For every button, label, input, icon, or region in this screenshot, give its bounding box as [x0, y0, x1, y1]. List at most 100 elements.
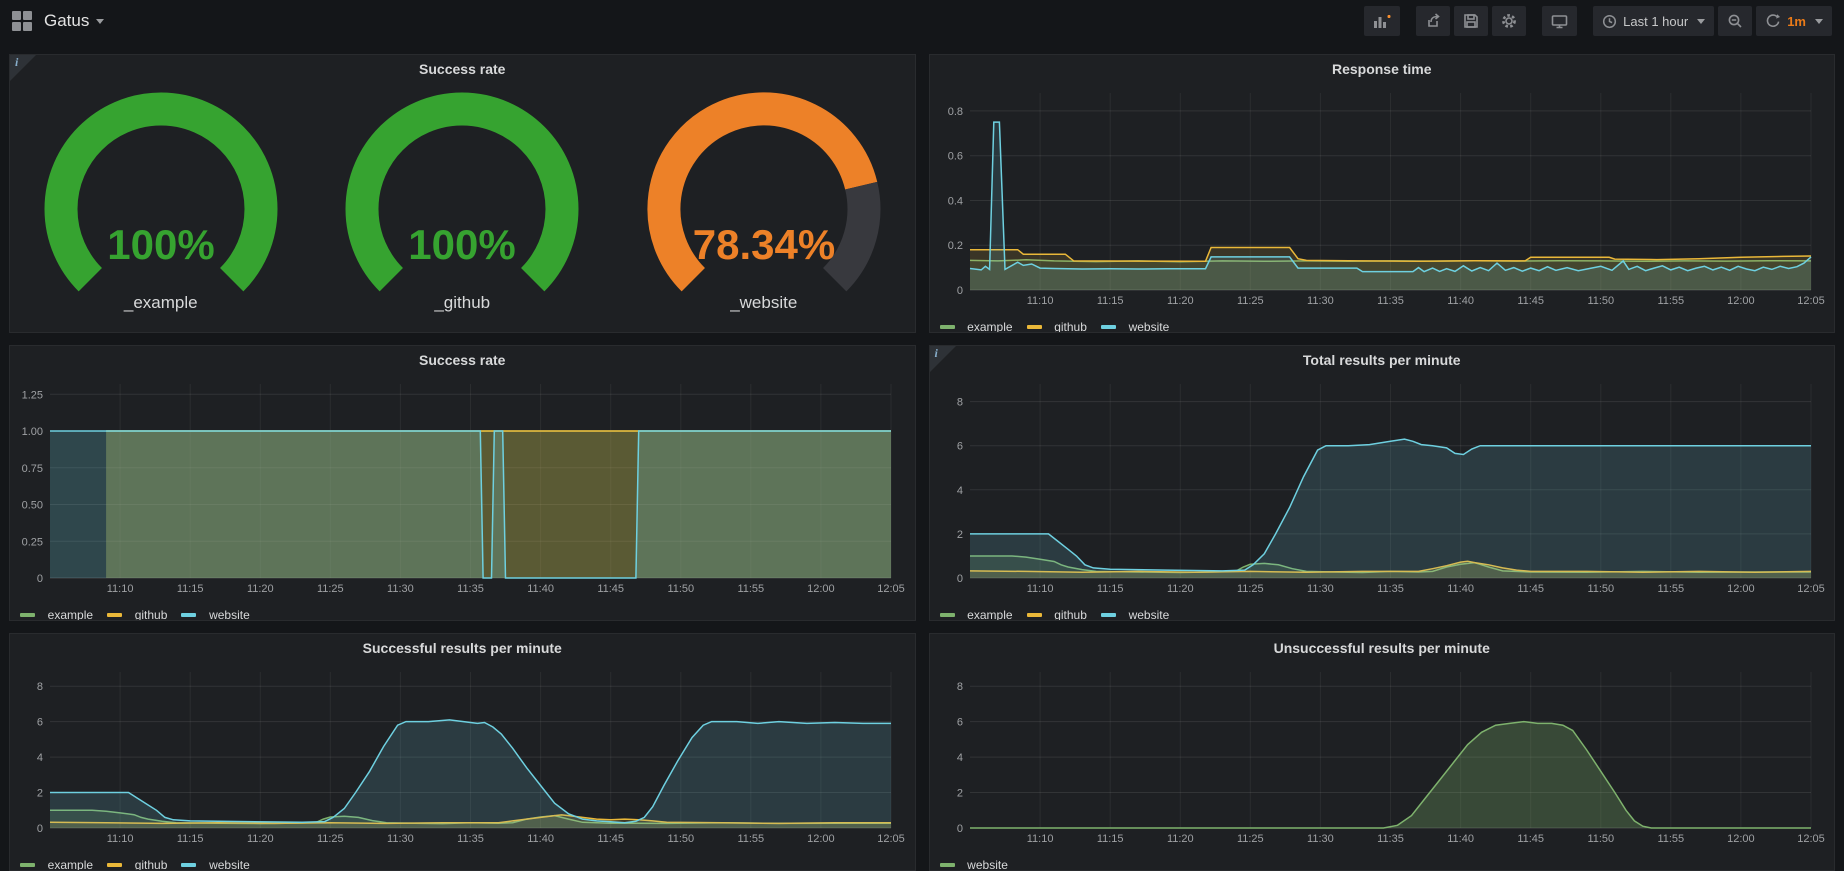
panel-total-results: i Total results per minute 11:1011:1511:… [929, 345, 1836, 621]
legend-item-_website[interactable]: _website [1101, 608, 1169, 621]
panel-successful-results: Successful results per minute 11:1011:15… [9, 633, 916, 871]
svg-text:12:05: 12:05 [1797, 833, 1825, 845]
time-range-picker[interactable]: Last 1 hour [1593, 6, 1714, 36]
svg-text:11:15: 11:15 [1096, 583, 1123, 595]
svg-text:11:20: 11:20 [1166, 833, 1193, 845]
svg-text:11:40: 11:40 [527, 583, 554, 595]
panel-info-icon[interactable]: i [930, 346, 956, 372]
zoom-out-icon [1727, 13, 1743, 29]
legend-item-_website[interactable]: _website [181, 858, 249, 871]
response-time-chart[interactable]: 11:1011:1511:2011:2511:3011:3511:4011:45… [932, 83, 1829, 315]
legend-label: _website [961, 858, 1008, 871]
chevron-down-icon [96, 19, 104, 24]
svg-text:12:05: 12:05 [877, 833, 905, 845]
svg-text:12:00: 12:00 [1727, 583, 1755, 595]
legend-item-_github[interactable]: _github [107, 608, 167, 621]
svg-text:0.4: 0.4 [947, 196, 962, 208]
svg-text:11:55: 11:55 [737, 583, 764, 595]
svg-text:11:25: 11:25 [1236, 295, 1263, 307]
svg-text:2: 2 [956, 529, 962, 541]
svg-text:11:30: 11:30 [1307, 295, 1334, 307]
gauge-value: 100% [409, 221, 516, 268]
navbar-toolbar: Last 1 hour 1m [1360, 6, 1832, 36]
panel-title[interactable]: Response time [930, 55, 1835, 83]
svg-text:11:35: 11:35 [457, 583, 484, 595]
legend-swatch [1101, 325, 1116, 329]
svg-text:12:00: 12:00 [807, 833, 835, 845]
svg-text:12:05: 12:05 [877, 583, 905, 595]
legend-item-_github[interactable]: _github [107, 858, 167, 871]
svg-text:11:10: 11:10 [107, 583, 134, 595]
svg-text:6: 6 [37, 717, 43, 729]
legend-item-_example[interactable]: _example [20, 858, 93, 871]
svg-text:2: 2 [956, 788, 962, 800]
svg-text:12:00: 12:00 [1727, 295, 1755, 307]
svg-text:11:40: 11:40 [527, 833, 554, 845]
legend-label: _example [41, 858, 93, 871]
chart-legend: _example _github _website [930, 603, 1835, 621]
legend-label: _example [41, 608, 93, 621]
panel-unsuccessful-results: Unsuccessful results per minute 11:1011:… [929, 633, 1836, 871]
legend-swatch [107, 613, 122, 617]
svg-text:11:25: 11:25 [1236, 833, 1263, 845]
svg-text:11:35: 11:35 [1377, 583, 1404, 595]
gauge-label: _website [730, 293, 797, 313]
legend-label: _website [1122, 320, 1169, 333]
svg-text:11:20: 11:20 [247, 833, 274, 845]
gauge-label: _github [434, 293, 490, 313]
panel-title[interactable]: Unsuccessful results per minute [930, 634, 1835, 662]
successful-results-chart[interactable]: 11:1011:1511:2011:2511:3011:3511:4011:45… [12, 662, 909, 853]
add-panel-button[interactable] [1364, 6, 1400, 36]
settings-button[interactable] [1492, 6, 1526, 36]
zoom-out-button[interactable] [1718, 6, 1752, 36]
legend-item-_example[interactable]: _example [20, 608, 93, 621]
legend-label: _github [1048, 320, 1087, 333]
panel-title[interactable]: Successful results per minute [10, 634, 915, 662]
gauge-_github: 100% _github [313, 87, 611, 313]
svg-text:11:45: 11:45 [1517, 833, 1544, 845]
legend-item-_website[interactable]: _website [1101, 320, 1169, 333]
svg-text:12:05: 12:05 [1797, 583, 1825, 595]
svg-text:11:35: 11:35 [1377, 295, 1404, 307]
share-button[interactable] [1416, 6, 1450, 36]
legend-swatch [1027, 325, 1042, 329]
gauge-arc: 78.34% [639, 87, 889, 305]
svg-text:11:40: 11:40 [1447, 295, 1474, 307]
monitor-icon [1551, 13, 1568, 29]
panel-info-icon[interactable]: i [10, 55, 36, 81]
svg-text:8: 8 [956, 681, 962, 693]
legend-item-_website[interactable]: _website [181, 608, 249, 621]
unsuccessful-results-chart[interactable]: 11:1011:1511:2011:2511:3011:3511:4011:45… [932, 662, 1829, 853]
success-rate-chart[interactable]: 11:1011:1511:2011:2511:3011:3511:4011:45… [12, 374, 909, 603]
legend-swatch [940, 613, 955, 617]
svg-text:11:40: 11:40 [1447, 583, 1474, 595]
chart-legend: _website [930, 853, 1835, 871]
tv-mode-button[interactable] [1542, 6, 1577, 36]
panel-title[interactable]: Success rate [10, 346, 915, 374]
save-button[interactable] [1454, 6, 1488, 36]
grafana-apps-icon[interactable] [12, 11, 32, 31]
total-results-chart[interactable]: 11:1011:1511:2011:2511:3011:3511:4011:45… [932, 374, 1829, 603]
svg-text:11:45: 11:45 [1517, 295, 1544, 307]
legend-item-_example[interactable]: _example [940, 320, 1013, 333]
panel-title[interactable]: Total results per minute [930, 346, 1835, 374]
legend-item-_website[interactable]: _website [940, 858, 1008, 871]
legend-item-_example[interactable]: _example [940, 608, 1013, 621]
refresh-picker[interactable]: 1m [1756, 6, 1832, 36]
panel-title[interactable]: Success rate [10, 55, 915, 83]
legend-item-_github[interactable]: _github [1027, 320, 1087, 333]
legend-label: _github [1048, 608, 1087, 621]
dashboard-title-dropdown[interactable]: Gatus [44, 11, 104, 31]
svg-text:11:45: 11:45 [597, 833, 624, 845]
legend-item-_github[interactable]: _github [1027, 608, 1087, 621]
svg-text:11:55: 11:55 [1657, 295, 1684, 307]
svg-text:11:15: 11:15 [1096, 833, 1123, 845]
svg-text:4: 4 [956, 485, 962, 497]
legend-label: _website [1122, 608, 1169, 621]
legend-label: _website [202, 608, 249, 621]
legend-swatch [181, 613, 196, 617]
svg-text:0: 0 [37, 573, 43, 585]
svg-text:1.25: 1.25 [22, 389, 43, 401]
gauge-label: _example [124, 293, 198, 313]
dashboard-grid: i Success rate 100% _example 100% _github78… [0, 42, 1844, 871]
